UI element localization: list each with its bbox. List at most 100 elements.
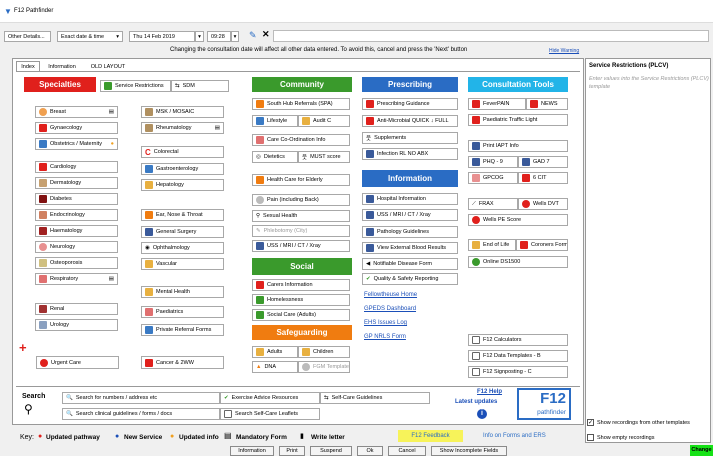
urgent-care-button[interactable]: Urgent Care [36, 356, 119, 369]
tool-ds1500[interactable]: Online DS1500 [468, 256, 568, 268]
community-phlebotomy[interactable]: ✎ Phlebotomy (City) [252, 225, 350, 237]
specialty-diabetes[interactable]: Diabetes [35, 193, 118, 205]
tool-feverpain[interactable]: FeverPAIN [468, 98, 526, 110]
link-issues-log[interactable]: EHS Issues Log [364, 320, 407, 326]
community-elderly[interactable]: Health Care for Elderly [252, 174, 350, 186]
safeguarding-dna[interactable]: ▲ DNA [252, 361, 298, 373]
service-restrictions-button[interactable]: Service Restrictions [100, 80, 171, 92]
specialty-hepatology[interactable]: Hepatology [141, 179, 224, 191]
safeguarding-children[interactable]: Children [298, 346, 350, 358]
tool-news[interactable]: NEWS [526, 98, 568, 110]
search-clinical-button[interactable]: 🔍 Search clinical guidelines / forms / do… [62, 408, 220, 420]
info-quality-safety[interactable]: ✔ Quality & Safety Reporting [362, 273, 458, 285]
search-numbers-button[interactable]: 🔍 Search for numbers / address etc [62, 392, 220, 404]
pin-icon[interactable]: ✎ [249, 30, 257, 41]
specialty-haematology[interactable]: Haematology [35, 225, 118, 237]
safeguarding-fgm[interactable]: FGM Template [298, 361, 350, 373]
link-dashboard[interactable]: GPEDS Dashboard [364, 306, 416, 312]
info-notifiable-disease[interactable]: ◀ Notifiable Disease Form [362, 258, 458, 270]
self-care-guidelines-button[interactable]: ⇆ Self-Care Guidelines [320, 392, 430, 404]
specialty-private-referral[interactable]: Private Referral Forms [141, 324, 224, 336]
specialty-vascular[interactable]: Vascular [141, 258, 224, 270]
prescribing-supplements[interactable]: 웃 Supplements [362, 132, 458, 144]
specialty-urology[interactable]: Urology [35, 319, 118, 331]
hide-warning-link[interactable]: Hide Warning [549, 48, 579, 54]
f12-feedback-button[interactable]: F12 Feedback [398, 430, 463, 442]
social-care-adults[interactable]: Social Care (Adults) [252, 309, 350, 321]
specialty-breast[interactable]: Breast ▤ [35, 106, 118, 118]
specialty-ophthalmology[interactable]: ◉ Ophthalmology [141, 242, 224, 254]
tool-wells-pe[interactable]: Wells PE Score [468, 214, 568, 226]
community-south-hub[interactable]: South Hub Referrals (SPA) [252, 98, 350, 110]
specialty-ent[interactable]: Ear, Nose & Throat [141, 209, 224, 221]
link-home[interactable]: Fellowtheuse Home [364, 292, 417, 298]
specialty-renal[interactable]: Renal [35, 303, 118, 315]
tool-f12-calculators[interactable]: F12 Calculators [468, 334, 568, 346]
self-care-leaflets-button[interactable]: Search Self-Care Leaflets [220, 408, 320, 420]
tool-phq9[interactable]: PHQ - 9 [468, 156, 518, 168]
info-icon[interactable]: i [477, 409, 487, 419]
specialty-respiratory[interactable]: Respiratory ▤ [35, 273, 118, 285]
tool-coroners[interactable]: Coroners Form [516, 239, 568, 251]
specialty-gastroenterology[interactable]: Gastroenterology [141, 163, 224, 175]
date-picker-button[interactable]: ▾ [195, 31, 204, 42]
community-pain[interactable]: Pain (including Back) [252, 194, 350, 206]
safeguarding-adults[interactable]: Adults [252, 346, 298, 358]
social-carers[interactable]: Carers Information [252, 279, 350, 291]
community-must[interactable]: 웃 MUST score [298, 151, 350, 163]
bottom-cancel-button[interactable]: Cancel [388, 446, 426, 456]
close-icon[interactable]: ✕ [262, 29, 270, 40]
specialty-cardiology[interactable]: Cardiology [35, 161, 118, 173]
show-empty-checkbox[interactable] [587, 434, 594, 441]
tool-end-of-life[interactable]: End of Life [468, 239, 516, 251]
tool-f12-signposting[interactable]: F12 Signposting - C [468, 366, 568, 378]
bottom-print-button[interactable]: Print [279, 446, 305, 456]
info-blood-results[interactable]: View External Blood Results [362, 242, 458, 254]
tab-information[interactable]: Information [42, 62, 82, 71]
show-other-checkbox[interactable]: ✓ [587, 419, 594, 426]
social-homelessness[interactable]: Homelessness [252, 294, 350, 306]
specialty-colorectal[interactable]: C Colorectal [141, 146, 224, 158]
forms-info-link[interactable]: Info on Forms and ERS [483, 433, 546, 439]
tab-index[interactable]: Index [16, 61, 40, 71]
time-spinner[interactable]: ▾ [231, 31, 239, 42]
community-dietetics[interactable]: ◎ Dietetics [252, 151, 298, 163]
tool-frax[interactable]: ⟋ FRAX [468, 198, 518, 210]
tool-6cit[interactable]: 6 CIT [518, 172, 568, 184]
community-uss[interactable]: USS / MRI / CT / Xray [252, 240, 350, 252]
specialty-rheumatology[interactable]: Rheumatology ▤ [141, 122, 224, 134]
latest-updates-link[interactable]: Latest updates [455, 399, 497, 405]
info-pathology[interactable]: Pathology Guidelines [362, 226, 458, 238]
exercise-advice-button[interactable]: ✔ Exercise Advice Resources [220, 392, 320, 404]
community-lifestyle[interactable]: Lifestyle [252, 115, 298, 127]
prescribing-guidance[interactable]: Prescribing Guidance [362, 98, 458, 110]
tool-gpcog[interactable]: GPCOG [468, 172, 518, 184]
specialty-dermatology[interactable]: Dermatology [35, 177, 118, 189]
sdm-button[interactable]: ⇆ SDM [171, 80, 229, 92]
link-nrls-form[interactable]: GP NRLS Form [364, 334, 406, 340]
specialty-endocrinology[interactable]: Endocrinology [35, 209, 118, 221]
specialty-gynaecology[interactable]: Gynaecology [35, 122, 118, 134]
tool-iapt[interactable]: Print IAPT Info [468, 140, 568, 152]
time-field[interactable]: 09:28 [207, 31, 231, 42]
specialty-obstetrics[interactable]: Obstetrics / Maternity ● [35, 138, 118, 150]
date-field[interactable]: Thu 14 Feb 2019 [129, 31, 195, 42]
community-care-coordination[interactable]: Care Co-Ordination Info [252, 134, 350, 146]
specialty-neurology[interactable]: Neurology [35, 241, 118, 253]
prescribing-infection[interactable]: Infection RL NO ABX [362, 148, 458, 160]
specialty-paediatrics[interactable]: Paediatrics [141, 306, 224, 318]
tool-traffic-light[interactable]: Paediatric Traffic Light [468, 114, 568, 126]
f12-help-link[interactable]: F12 Help [477, 389, 502, 395]
other-details-button[interactable]: Other Details... [4, 31, 51, 42]
specialty-msk[interactable]: MSK / MOSAIC [141, 106, 224, 118]
bottom-show-incomplete-button[interactable]: Show Incomplete Fields [431, 446, 507, 456]
specialty-osteoporosis[interactable]: Osteoporosis [35, 257, 118, 269]
bottom-suspend-button[interactable]: Suspend [310, 446, 352, 456]
cancer-2ww-button[interactable]: Cancer & 2WW [141, 356, 224, 369]
tool-wells-dvt[interactable]: Wells DVT [518, 198, 568, 210]
info-uss[interactable]: USS / MRI / CT / Xray [362, 209, 458, 221]
specialty-general-surgery[interactable]: General Surgery [141, 226, 224, 238]
community-audit-c[interactable]: Audit C [298, 115, 350, 127]
specialty-mental-health[interactable]: Mental Health [141, 286, 224, 298]
tab-old-layout[interactable]: OLD LAYOUT [84, 62, 132, 71]
